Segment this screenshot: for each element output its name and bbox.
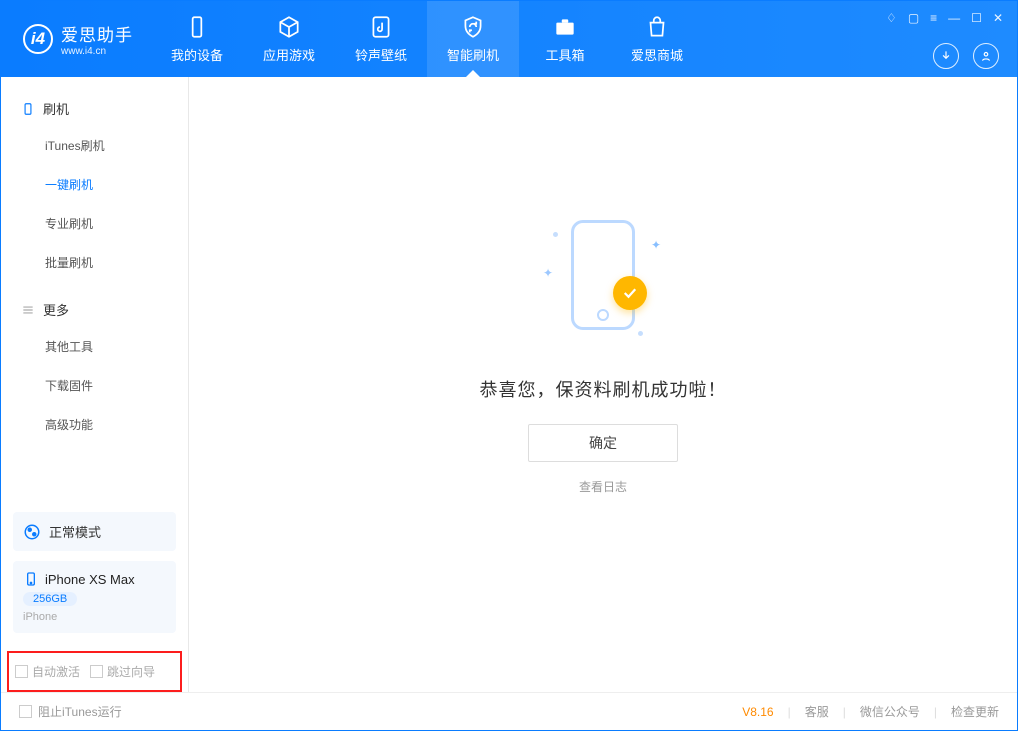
sidebar-item-itunes-flash[interactable]: iTunes刷机 (45, 126, 188, 165)
logo[interactable]: i4 爱思助手 www.i4.cn (1, 21, 151, 57)
app-subtitle: www.i4.cn (61, 46, 133, 57)
sidebar: 刷机 iTunes刷机 一键刷机 专业刷机 批量刷机 更多 其他工具 下载固件 … (1, 77, 189, 692)
link-update[interactable]: 检查更新 (951, 703, 999, 720)
mode-card[interactable]: 正常模式 (13, 512, 176, 551)
phone-outline-icon (571, 220, 635, 330)
checkbox-icon (15, 665, 28, 678)
sidebar-item-batch-flash[interactable]: 批量刷机 (45, 243, 188, 282)
sidebar-item-oneclick-flash[interactable]: 一键刷机 (45, 165, 188, 204)
list-icon (21, 303, 35, 317)
nav-my-device[interactable]: 我的设备 (151, 1, 243, 77)
music-icon (368, 14, 394, 40)
sidebar-item-pro-flash[interactable]: 专业刷机 (45, 204, 188, 243)
options-highlight-box: 自动激活 跳过向导 (7, 651, 182, 692)
note-icon[interactable]: ▢ (908, 11, 919, 25)
maximize-button[interactable]: ☐ (971, 11, 982, 25)
sidebar-item-other-tools[interactable]: 其他工具 (45, 327, 188, 366)
nav-apps[interactable]: 应用游戏 (243, 1, 335, 77)
nav-label: 爱思商城 (631, 45, 683, 64)
user-button[interactable] (973, 43, 999, 69)
link-wechat[interactable]: 微信公众号 (860, 703, 920, 720)
sidebar-group-more[interactable]: 更多 (1, 292, 188, 327)
sidebar-item-download-firmware[interactable]: 下载固件 (45, 366, 188, 405)
window-controls: ♢ ▢ ≡ — ☐ ✕ (886, 11, 1003, 25)
view-log-link[interactable]: 查看日志 (579, 478, 627, 495)
bag-icon (644, 14, 670, 40)
logo-icon: i4 (23, 24, 53, 54)
device-small-icon (23, 571, 39, 587)
minimize-button[interactable]: — (948, 11, 960, 25)
cube-icon (276, 14, 302, 40)
phone-small-icon (21, 102, 35, 116)
briefcase-icon (552, 14, 578, 40)
sidebar-item-advanced[interactable]: 高级功能 (45, 405, 188, 444)
download-button[interactable] (933, 43, 959, 69)
device-name: iPhone XS Max (45, 572, 135, 587)
menu-icon[interactable]: ≡ (930, 11, 937, 25)
success-message: 恭喜您，保资料刷机成功啦！ (480, 376, 727, 402)
checkbox-icon (19, 705, 32, 718)
app-title: 爱思助手 (61, 21, 133, 46)
nav-label: 智能刷机 (447, 45, 499, 64)
header-actions (933, 43, 999, 69)
checkbox-auto-activate[interactable]: 自动激活 (15, 663, 80, 680)
device-storage: 256GB (23, 592, 77, 606)
nav-label: 工具箱 (545, 45, 584, 64)
header: i4 爱思助手 www.i4.cn 我的设备 应用游戏 铃声壁纸 智能刷机 工具… (1, 1, 1017, 77)
nav-store[interactable]: 爱思商城 (611, 1, 703, 77)
nav-toolbox[interactable]: 工具箱 (519, 1, 611, 77)
nav-ringtones[interactable]: 铃声壁纸 (335, 1, 427, 77)
checkbox-label: 跳过向导 (107, 663, 155, 680)
footer: 阻止iTunes运行 V8.16 | 客服 | 微信公众号 | 检查更新 (1, 692, 1017, 730)
main-content: ✦ ✦ 恭喜您，保资料刷机成功啦！ 确定 查看日志 (189, 77, 1017, 692)
checkbox-label: 自动激活 (32, 663, 80, 680)
group-title: 更多 (43, 300, 69, 319)
ok-button[interactable]: 确定 (528, 424, 678, 462)
checkbox-label: 阻止iTunes运行 (38, 703, 122, 720)
device-icon (184, 14, 210, 40)
nav-label: 我的设备 (171, 45, 223, 64)
nav-flash[interactable]: 智能刷机 (427, 1, 519, 77)
mode-label: 正常模式 (49, 522, 101, 541)
check-badge-icon (613, 276, 647, 310)
nav-label: 铃声壁纸 (355, 45, 407, 64)
success-illustration: ✦ ✦ (533, 214, 673, 354)
device-type: iPhone (23, 611, 166, 623)
top-nav: 我的设备 应用游戏 铃声壁纸 智能刷机 工具箱 爱思商城 (151, 1, 703, 77)
group-title: 刷机 (43, 99, 69, 118)
mode-icon (23, 523, 41, 541)
refresh-shield-icon (460, 14, 486, 40)
nav-label: 应用游戏 (263, 45, 315, 64)
checkbox-icon (90, 665, 103, 678)
sidebar-group-flash[interactable]: 刷机 (1, 91, 188, 126)
device-card[interactable]: iPhone XS Max 256GB iPhone (13, 561, 176, 633)
link-service[interactable]: 客服 (805, 703, 829, 720)
close-button[interactable]: ✕ (993, 11, 1003, 25)
shirt-icon[interactable]: ♢ (886, 11, 897, 25)
version-label: V8.16 (742, 705, 773, 719)
checkbox-block-itunes[interactable]: 阻止iTunes运行 (19, 703, 122, 720)
checkbox-skip-guide[interactable]: 跳过向导 (90, 663, 155, 680)
